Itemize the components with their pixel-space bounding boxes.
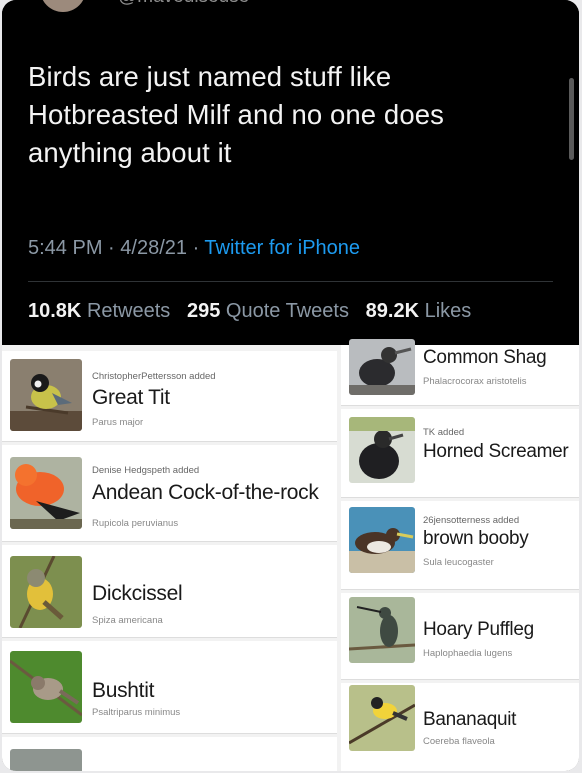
- bird-name: Bananaquit: [423, 709, 517, 730]
- retweets-stat[interactable]: 10.8K Retweets: [28, 300, 170, 322]
- list-item[interactable]: TK added Horned Screamer: [341, 409, 579, 498]
- tweet-time: 5:44 PM: [28, 237, 103, 259]
- meta-separator: ·: [192, 237, 205, 259]
- bird-name: Hoary Puffleg: [423, 619, 534, 640]
- added-by: Denise Hedgspeth added: [92, 465, 200, 476]
- added-by: ChristopherPettersson added: [92, 371, 216, 382]
- list-item[interactable]: Bananaquit Coereba flaveola: [341, 683, 579, 771]
- horned-screamer-photo: [349, 417, 415, 483]
- scientific-name: Psaltriparus minimus: [92, 707, 181, 718]
- list-item[interactable]: Bushtit Psaltriparus minimus: [2, 641, 337, 734]
- scrollbar[interactable]: [569, 78, 574, 160]
- common-shag-photo: [349, 339, 415, 395]
- bird-column-left: ChristopherPettersson added Great Tit Pa…: [2, 345, 337, 771]
- bird-name: Common Shag: [423, 347, 547, 368]
- scientific-name: Parus major: [92, 417, 144, 428]
- likes-stat[interactable]: 89.2K Likes: [366, 300, 472, 322]
- list-item[interactable]: Dickcissel Spiza americana: [2, 545, 337, 638]
- bird-column-right: Common Shag Phalacrocorax aristotelis TK…: [341, 339, 579, 771]
- brown-booby-photo: [349, 507, 415, 573]
- bird-name: Horned Screamer: [423, 441, 569, 462]
- bird-name: brown booby: [423, 528, 529, 549]
- tweet-stats: 10.8K Retweets 295 Quote Tweets 89.2K Li…: [28, 300, 471, 323]
- bird-name: Andean Cock-of-the-rock: [92, 481, 319, 504]
- likes-label: Likes: [424, 300, 472, 322]
- added-by: 26jensotterness added: [423, 515, 520, 526]
- cock-of-the-rock-photo: [10, 457, 82, 529]
- list-item[interactable]: [2, 737, 337, 771]
- bird-name: Great Tit: [92, 386, 170, 409]
- scientific-name: Coereba flaveola: [423, 736, 495, 747]
- bird-list-image: ChristopherPettersson added Great Tit Pa…: [2, 339, 579, 771]
- retweets-label: Retweets: [86, 300, 171, 322]
- quotes-stat[interactable]: 295 Quote Tweets: [187, 300, 349, 322]
- tweet-card: @maveuiseuse Birds are just named stuff …: [2, 0, 579, 345]
- bananaquit-photo: [349, 685, 415, 751]
- bird-name: Bushtit: [92, 679, 155, 702]
- list-item[interactable]: ChristopherPettersson added Great Tit Pa…: [2, 351, 337, 442]
- likes-count: 89.2K: [365, 300, 420, 322]
- list-item[interactable]: Common Shag Phalacrocorax aristotelis: [341, 339, 579, 406]
- great-tit-photo: [10, 359, 82, 431]
- screenshot-frame: @maveuiseuse Birds are just named stuff …: [2, 0, 579, 771]
- bushtit-photo: [10, 651, 82, 723]
- tweet-date: 4/28/21: [120, 237, 187, 259]
- retweets-count: 10.8K: [28, 300, 82, 322]
- scientific-name: Haplophaedia lugens: [423, 648, 513, 659]
- list-item[interactable]: Denise Hedgspeth added Andean Cock-of-th…: [2, 445, 337, 542]
- list-item[interactable]: Hoary Puffleg Haplophaedia lugens: [341, 593, 579, 680]
- meta-separator: ·: [108, 237, 121, 259]
- divider: [28, 281, 553, 282]
- bird-photo: [10, 749, 82, 771]
- user-handle[interactable]: @maveuiseuse: [118, 0, 249, 8]
- scientific-name: Spiza americana: [92, 615, 163, 626]
- tweet-text: Birds are just named stuff like Hotbreas…: [28, 61, 444, 168]
- dickcissel-photo: [10, 556, 82, 628]
- tweet-meta: 5:44 PM · 4/28/21 · Twitter for iPhone: [28, 237, 360, 260]
- avatar[interactable]: [40, 0, 86, 12]
- added-by: TK added: [423, 427, 465, 438]
- quotes-label: Quote Tweets: [225, 300, 349, 322]
- hoary-puffleg-photo: [349, 597, 415, 663]
- scientific-name: Phalacrocorax aristotelis: [423, 376, 527, 387]
- quotes-count: 295: [186, 300, 221, 322]
- bird-name: Dickcissel: [92, 582, 183, 605]
- tweet-client-link[interactable]: Twitter for iPhone: [204, 237, 360, 259]
- list-item[interactable]: 26jensotterness added brown booby Sula l…: [341, 501, 579, 590]
- scientific-name: Rupicola peruvianus: [92, 518, 179, 529]
- scientific-name: Sula leucogaster: [423, 557, 494, 568]
